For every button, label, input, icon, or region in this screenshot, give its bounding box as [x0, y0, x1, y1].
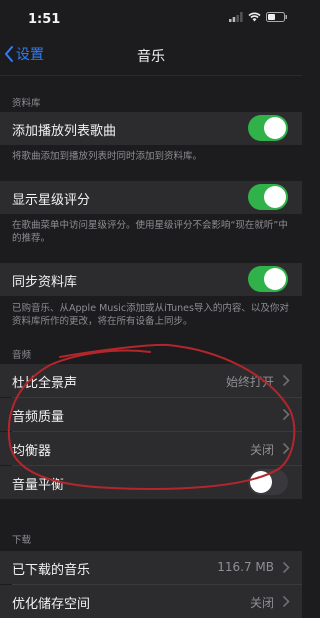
battery-icon	[266, 12, 287, 22]
section-header-library: 资料库	[12, 98, 41, 109]
sound-check-toggle[interactable]	[248, 469, 288, 495]
chevron-right-icon	[282, 595, 290, 608]
downloaded-music-value: 116.7 MB	[217, 560, 274, 574]
navigation-bar: 设置 音乐	[0, 36, 302, 76]
sync-library-label: 同步资料库	[12, 275, 78, 290]
eq-row[interactable]: 均衡器 关闭	[0, 432, 302, 465]
optimize-storage-row[interactable]: 优化储存空间 关闭	[0, 585, 302, 618]
add-playlist-songs-row: 添加播放列表歌曲	[0, 112, 302, 145]
status-bar: 1:51	[0, 0, 302, 36]
eq-label: 均衡器	[12, 444, 52, 459]
status-icons	[229, 12, 288, 22]
toggle-knob	[264, 268, 286, 290]
sync-library-footer: 已购音乐、从Apple Music添加或从iTunes导入的内容、以及你对资料库…	[12, 303, 289, 327]
cellular-signal-icon	[229, 12, 243, 22]
show-star-ratings-toggle[interactable]	[248, 184, 288, 210]
toggle-knob	[250, 471, 272, 493]
chevron-right-icon	[282, 442, 290, 455]
add-playlist-songs-label: 添加播放列表歌曲	[12, 124, 117, 139]
nav-divider	[0, 75, 302, 76]
page-title: 音乐	[137, 49, 165, 65]
toggle-knob	[264, 117, 286, 139]
status-time: 1:51	[28, 12, 61, 27]
dolby-atmos-value: 始终打开	[225, 375, 274, 389]
downloaded-music-label: 已下载的音乐	[12, 563, 91, 578]
optimize-storage-label: 优化储存空间	[12, 597, 91, 612]
audio-quality-label: 音频质量	[12, 410, 65, 425]
section-header-audio: 音频	[12, 350, 32, 361]
chevron-right-icon	[282, 374, 290, 387]
chevron-right-icon	[282, 408, 290, 421]
sync-library-toggle[interactable]	[248, 266, 288, 292]
chevron-right-icon	[282, 561, 290, 574]
optimize-storage-value: 关闭	[249, 596, 274, 610]
sound-check-row: 音量平衡	[0, 466, 302, 499]
show-star-ratings-label: 显示星级评分	[12, 193, 91, 208]
dolby-atmos-row[interactable]: 杜比全景声 始终打开	[0, 364, 302, 397]
sound-check-label: 音量平衡	[12, 478, 65, 493]
add-playlist-songs-footer: 将歌曲添加到播放列表时同时添加到资料库。	[12, 151, 203, 162]
add-playlist-songs-toggle[interactable]	[248, 115, 288, 141]
show-star-ratings-row: 显示星级评分	[0, 181, 302, 214]
show-star-ratings-footer: 在歌曲菜单中访问星级评分。使用星级评分不会影响“现在就听”中的推荐。	[12, 220, 288, 244]
downloaded-music-row[interactable]: 已下载的音乐 116.7 MB	[0, 551, 302, 584]
audio-quality-row[interactable]: 音频质量	[0, 398, 302, 431]
sync-library-row: 同步资料库	[0, 263, 302, 296]
dolby-atmos-label: 杜比全景声	[12, 376, 78, 391]
section-header-downloads: 下载	[12, 535, 32, 546]
eq-value: 关闭	[249, 443, 274, 457]
wifi-icon	[248, 12, 261, 22]
toggle-knob	[264, 186, 286, 208]
